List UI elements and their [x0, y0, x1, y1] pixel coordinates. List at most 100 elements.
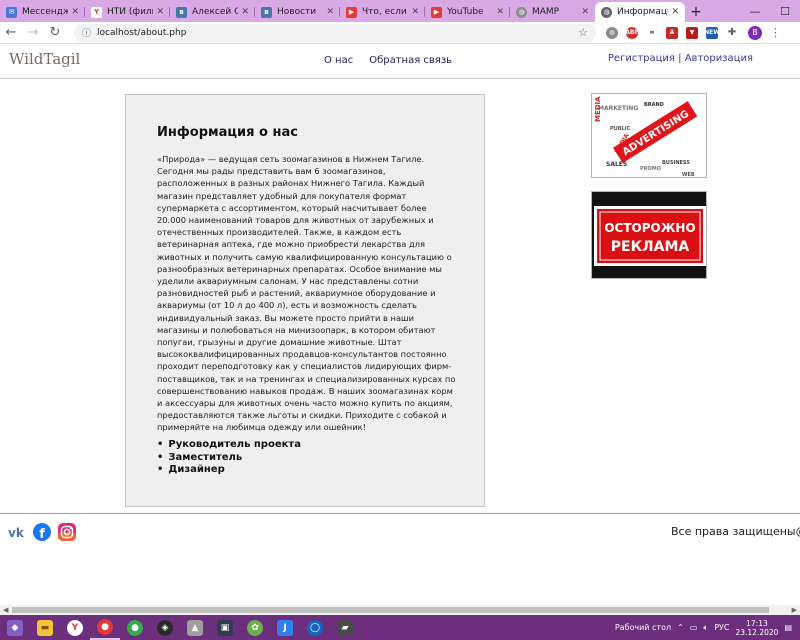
vk-icon: в [261, 6, 272, 18]
page-title: Информация о нас [157, 125, 298, 140]
close-tab-icon[interactable]: ✕ [496, 7, 504, 17]
login-link[interactable]: Авторизация [685, 53, 753, 64]
team-list-item: Заместитель [157, 452, 301, 465]
tab-title: Алексей Ога [192, 7, 239, 17]
instagram-icon[interactable] [58, 523, 76, 541]
vk-icon: в [176, 6, 187, 18]
scroll-right-icon[interactable]: ▶ [792, 606, 797, 614]
browser-tab-active[interactable]: ◍ Информаци ✕ [595, 2, 685, 22]
tab-title: НТИ (филиал [107, 7, 153, 17]
horizontal-scrollbar[interactable]: ◀ ▶ [0, 605, 800, 615]
main-nav: О нас Обратная связь [324, 55, 452, 66]
close-tab-icon[interactable]: ✕ [156, 7, 164, 17]
advertising-word-cloud-image: MARKETING BRAND MEDIA PUBLIC SALES PROMO… [592, 94, 706, 177]
site-info-icon[interactable]: ⓘ [82, 26, 91, 39]
pdf-icon[interactable]: A [666, 26, 678, 39]
browser-tab[interactable]: ▶ YouTube ✕ [425, 2, 510, 22]
window-controls: — ☐ [740, 0, 800, 22]
app-icon[interactable]: ◈ [150, 615, 180, 640]
chrome-icon[interactable]: ● [90, 615, 120, 640]
visual-studio-icon[interactable]: ◆ [0, 615, 30, 640]
new-tab-button[interactable]: + [685, 2, 707, 22]
bookmark-star-icon[interactable]: ☆ [578, 26, 588, 39]
site-header: WildTagil О нас Обратная связь Регистрац… [0, 44, 800, 79]
close-tab-icon[interactable]: ✕ [411, 7, 419, 17]
browser-tab[interactable]: в Алексей Ога ✕ [170, 2, 255, 22]
reload-icon[interactable]: ↻ [44, 25, 66, 40]
close-tab-icon[interactable]: ✕ [671, 7, 679, 17]
url-text[interactable]: localhost/about.php [97, 28, 578, 38]
scroll-left-icon[interactable]: ◀ [3, 606, 8, 614]
register-link[interactable]: Регистрация [608, 53, 675, 64]
chevron-up-icon[interactable]: ⌃ [677, 623, 684, 632]
forward-icon[interactable]: → [22, 25, 44, 40]
chrome-icon[interactable]: ● [120, 615, 150, 640]
desktop-label[interactable]: Рабочий стол [615, 623, 671, 632]
site-logo[interactable]: WildTagil [9, 50, 80, 68]
browser-tab[interactable]: ✉ Мессенджер ✕ [0, 2, 85, 22]
news-extension-icon[interactable]: NEW [704, 26, 720, 39]
nav-about-link[interactable]: О нас [324, 55, 353, 66]
team-list-item: Руководитель проекта [157, 439, 301, 452]
translate-icon[interactable]: ◍ [606, 26, 618, 39]
clock[interactable]: 17:13 23.12.2020 [735, 619, 778, 637]
glasses-icon[interactable]: ∞ [646, 26, 658, 39]
yandex-browser-icon[interactable]: Y [60, 615, 90, 640]
messenger-icon: ✉ [6, 6, 17, 18]
circle-app-icon[interactable]: ◯ [300, 615, 330, 640]
tab-title: Новости [277, 7, 317, 17]
youtube-icon: ▶ [346, 6, 357, 18]
svg-text:BRAND: BRAND [644, 102, 664, 108]
browser-tab[interactable]: в Новости ✕ [255, 2, 340, 22]
facebook-icon[interactable]: f [33, 523, 51, 541]
tank-game-icon[interactable]: ▰ [330, 615, 360, 640]
close-tab-icon[interactable]: ✕ [581, 7, 589, 17]
profile-avatar[interactable]: B [748, 25, 762, 40]
svg-text:MARKETING: MARKETING [598, 105, 638, 112]
jetbrains-icon[interactable]: J [270, 615, 300, 640]
elephant-icon[interactable]: ▲ [180, 615, 210, 640]
volume-icon[interactable]: 🔈︎ [703, 623, 708, 633]
browser-tab[interactable]: ◍ MAMP ✕ [510, 2, 595, 22]
adblock-icon[interactable]: ABP [625, 26, 639, 39]
auth-separator: | [678, 53, 682, 64]
maximize-icon[interactable]: ☐ [770, 5, 800, 18]
browser-tab[interactable]: ▶ Что, если бы ✕ [340, 2, 425, 22]
window-app-icon[interactable]: ▣ [210, 615, 240, 640]
about-card: Информация о нас «Природа» — ведущая сет… [125, 94, 485, 507]
svg-text:PUBLIC: PUBLIC [610, 126, 631, 132]
notifications-icon[interactable]: ▤ [784, 623, 792, 632]
svg-text:PROMO: PROMO [640, 166, 661, 172]
extensions-bar: ◍ ABP ∞ A ▼ NEW ✚ [602, 26, 742, 39]
nav-feedback-link[interactable]: Обратная связь [369, 55, 452, 66]
network-icon[interactable]: ▭ [690, 623, 698, 632]
close-tab-icon[interactable]: ✕ [71, 7, 79, 17]
advertising-banner[interactable]: MARKETING BRAND MEDIA PUBLIC SALES PROMO… [591, 93, 707, 178]
auth-nav: Регистрация | Авторизация [608, 53, 753, 64]
social-links: vk f [8, 523, 76, 541]
shield-icon[interactable]: ▼ [686, 26, 698, 39]
pyrus-icon[interactable]: ✿ [240, 615, 270, 640]
browser-tab[interactable]: Y НТИ (филиал ✕ [85, 2, 170, 22]
svg-text:MEDIA: MEDIA [594, 96, 602, 122]
tab-title: Информаци [617, 7, 669, 17]
browser-toolbar: ← → ↻ ⓘ localhost/about.php ☆ ◍ ABP ∞ A … [0, 22, 800, 44]
close-tab-icon[interactable]: ✕ [241, 7, 249, 17]
menu-icon[interactable]: ⋮ [770, 26, 781, 39]
svg-text:ОСТОРОЖНО: ОСТОРОЖНО [604, 221, 695, 235]
minimize-icon[interactable]: — [740, 5, 770, 18]
svg-text:РЕКЛАМА: РЕКЛАМА [611, 239, 690, 255]
close-tab-icon[interactable]: ✕ [326, 7, 334, 17]
language-indicator[interactable]: РУС [714, 623, 729, 632]
caution-advertising-banner[interactable]: ОСТОРОЖНО РЕКЛАМА [591, 191, 707, 279]
extensions-puzzle-icon[interactable]: ✚ [726, 26, 738, 39]
back-icon[interactable]: ← [0, 25, 22, 40]
scrollbar-thumb[interactable] [12, 607, 769, 613]
address-bar[interactable]: ⓘ localhost/about.php ☆ [74, 23, 596, 42]
globe-icon: ◍ [601, 6, 612, 18]
yandex-icon: Y [91, 6, 102, 18]
file-explorer-icon[interactable]: ▬ [30, 615, 60, 640]
system-tray: Рабочий стол ⌃ ▭ 🔈︎ РУС 17:13 23.12.2020… [615, 619, 800, 637]
tab-title: MAMP [532, 7, 560, 17]
vk-icon[interactable]: vk [8, 523, 26, 541]
